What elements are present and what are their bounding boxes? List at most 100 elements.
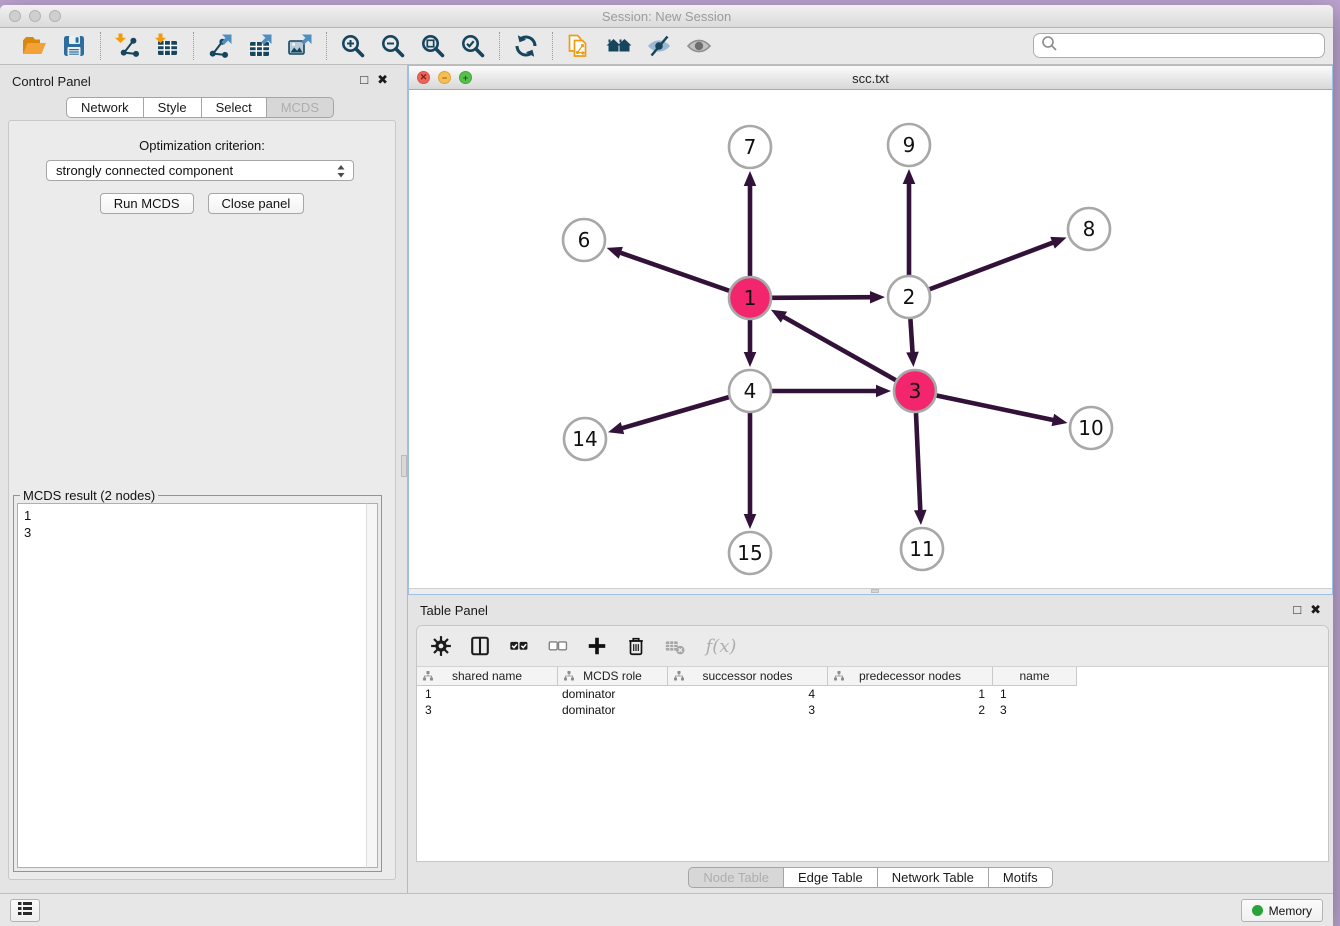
task-history-button[interactable] <box>10 899 40 922</box>
table-tabs: Node TableEdge TableNetwork TableMotifs <box>408 867 1333 888</box>
node-11[interactable]: 11 <box>901 528 943 570</box>
zoom-selected-icon[interactable] <box>459 32 487 60</box>
criterion-select[interactable]: strongly connected component <box>46 160 354 181</box>
open-icon[interactable] <box>20 32 48 60</box>
tree-icon <box>673 670 685 685</box>
deselect-all-icon[interactable] <box>546 634 570 658</box>
zoom-in-icon[interactable] <box>339 32 367 60</box>
edge-2-8[interactable] <box>930 237 1067 289</box>
table-row: 3dominator323 <box>417 702 1328 718</box>
search-box[interactable] <box>1033 33 1325 58</box>
table-cell[interactable]: dominator <box>558 702 668 718</box>
tab-mcds[interactable]: MCDS <box>267 97 334 118</box>
edge-4-3[interactable] <box>772 385 891 398</box>
eye-icon[interactable] <box>685 32 713 60</box>
export-network-icon[interactable] <box>206 32 234 60</box>
zoom-fit-icon[interactable] <box>419 32 447 60</box>
panel-divider[interactable] <box>400 65 408 893</box>
column-header-MCDS-role[interactable]: MCDS role <box>558 667 668 686</box>
tab-network[interactable]: Network <box>66 97 144 118</box>
tab-select[interactable]: Select <box>202 97 267 118</box>
table-cell[interactable]: 3 <box>993 702 1077 718</box>
edge-1-7[interactable] <box>744 171 757 276</box>
delete-column-icon[interactable] <box>624 634 648 658</box>
table-tab-edge-table[interactable]: Edge Table <box>784 867 878 888</box>
split-view-icon[interactable] <box>468 634 492 658</box>
node-8[interactable]: 8 <box>1068 208 1110 250</box>
edge-1-2[interactable] <box>772 291 885 304</box>
table-tab-node-table[interactable]: Node Table <box>688 867 784 888</box>
close-panel-button[interactable]: Close panel <box>208 193 305 214</box>
table-cell[interactable]: 3 <box>417 702 558 718</box>
export-image-icon[interactable] <box>286 32 314 60</box>
table-cell[interactable]: 1 <box>417 686 558 702</box>
control-panel-tabs: NetworkStyleSelectMCDS <box>0 97 400 118</box>
table-cell[interactable]: dominator <box>558 686 668 702</box>
network-canvas[interactable]: 7 9 6 8 1 2 4 3 14 10 15 11 <box>409 90 1332 588</box>
node-10[interactable]: 10 <box>1070 407 1112 449</box>
search-input[interactable] <box>1061 36 1324 56</box>
node-7[interactable]: 7 <box>729 126 771 168</box>
table-cell[interactable]: 1 <box>993 686 1077 702</box>
close-table-panel-icon[interactable]: ✖ <box>1310 602 1321 617</box>
table-toolbar: f(x) <box>417 626 1328 667</box>
memory-button[interactable]: Memory <box>1241 899 1323 922</box>
table-cell[interactable]: 1 <box>828 686 993 702</box>
node-3[interactable]: 3 <box>894 370 936 412</box>
eye-off-icon[interactable] <box>645 32 673 60</box>
save-icon[interactable] <box>60 32 88 60</box>
clone-network-icon[interactable] <box>565 32 593 60</box>
table-cell[interactable]: 2 <box>828 702 993 718</box>
edge-3-10[interactable] <box>937 396 1068 427</box>
edge-3-1[interactable] <box>771 310 896 380</box>
column-header-shared-name[interactable]: shared name <box>417 667 558 686</box>
edge-4-14[interactable] <box>608 397 729 434</box>
table-cell[interactable]: 3 <box>668 702 828 718</box>
mcds-result-box: MCDS result (2 nodes) 1 3 <box>13 495 382 872</box>
svg-text:10: 10 <box>1078 416 1103 440</box>
table-body: 1dominator4113dominator323 <box>417 686 1328 861</box>
tab-style[interactable]: Style <box>144 97 202 118</box>
window-title: Session: New Session <box>0 9 1333 24</box>
edge-2-3[interactable] <box>906 319 919 367</box>
edge-2-9[interactable] <box>903 169 916 275</box>
edge-1-6[interactable] <box>607 247 730 291</box>
import-table-icon[interactable] <box>153 32 181 60</box>
edge-3-11[interactable] <box>914 413 927 525</box>
zoom-out-icon[interactable] <box>379 32 407 60</box>
divider-grip[interactable] <box>401 455 407 477</box>
table-tab-network-table[interactable]: Network Table <box>878 867 989 888</box>
edge-4-15[interactable] <box>744 413 757 529</box>
column-header-name[interactable]: name <box>993 667 1077 686</box>
add-column-icon[interactable] <box>585 634 609 658</box>
import-network-icon[interactable] <box>113 32 141 60</box>
float-table-panel-icon[interactable]: □ <box>1293 602 1301 617</box>
select-stepper-icon <box>333 163 349 180</box>
float-panel-icon[interactable]: □ <box>360 72 368 87</box>
result-scrollbar[interactable] <box>366 503 378 868</box>
settings-icon[interactable] <box>429 634 453 658</box>
network-frame-titlebar[interactable]: ✕ − + scc.txt <box>409 66 1332 90</box>
node-4[interactable]: 4 <box>729 370 771 412</box>
frame-resize-handle[interactable] <box>871 589 879 593</box>
control-panel-title: Control Panel <box>12 74 91 89</box>
export-table-icon[interactable] <box>246 32 274 60</box>
node-9[interactable]: 9 <box>888 124 930 166</box>
window-titlebar[interactable]: Session: New Session <box>0 5 1333 28</box>
home-icon[interactable] <box>605 32 633 60</box>
table-tab-motifs[interactable]: Motifs <box>989 867 1053 888</box>
node-6[interactable]: 6 <box>563 219 605 261</box>
table-cell[interactable]: 4 <box>668 686 828 702</box>
select-all-icon[interactable] <box>507 634 531 658</box>
delete-table-icon <box>663 634 687 658</box>
node-14[interactable]: 14 <box>564 418 606 460</box>
column-header-predecessor-nodes[interactable]: predecessor nodes <box>828 667 993 686</box>
refresh-icon[interactable] <box>512 32 540 60</box>
column-header-successor-nodes[interactable]: successor nodes <box>668 667 828 686</box>
node-1[interactable]: 1 <box>729 277 771 319</box>
node-15[interactable]: 15 <box>729 532 771 574</box>
run-mcds-button[interactable]: Run MCDS <box>100 193 194 214</box>
edge-1-4[interactable] <box>744 320 757 367</box>
close-panel-icon[interactable]: ✖ <box>377 72 388 87</box>
node-2[interactable]: 2 <box>888 276 930 318</box>
